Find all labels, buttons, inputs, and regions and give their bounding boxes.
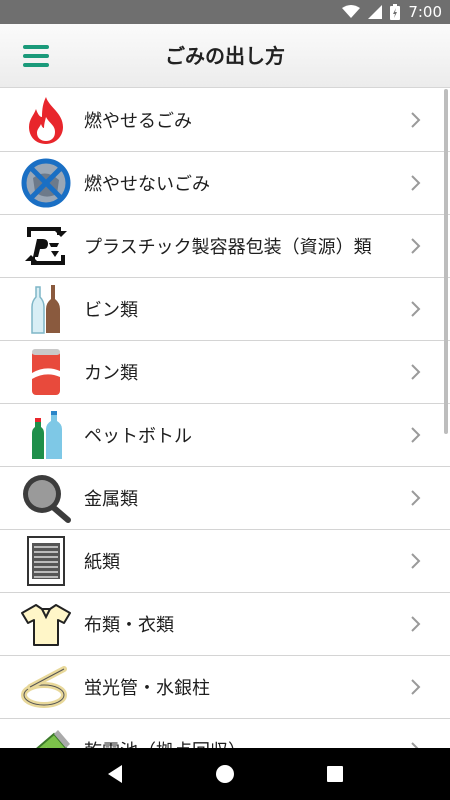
signal-icon <box>368 5 383 19</box>
list-item-label: ビン類 <box>84 300 138 321</box>
chevron-right-icon <box>411 490 421 506</box>
app-bar: ごみの出し方 <box>0 24 450 88</box>
list-item-label: プラスチック製容器包装（資源）類 <box>84 237 372 258</box>
scrollbar[interactable] <box>444 89 448 434</box>
list-item-paper[interactable]: 紙類 <box>0 530 450 593</box>
battery-icon: + <box>20 724 72 748</box>
list-item-cloth[interactable]: 布類・衣類 <box>0 593 450 656</box>
can-icon <box>20 346 72 398</box>
list-item-fluorescent[interactable]: 蛍光管・水銀柱 <box>0 656 450 719</box>
battery-charging-icon <box>390 4 401 20</box>
plastic-recycle-mark-icon <box>20 220 72 272</box>
list-item-label: 燃やせないごみ <box>84 174 210 195</box>
chevron-right-icon <box>411 175 421 191</box>
list-item-label: 布類・衣類 <box>84 615 174 636</box>
paper-stack-icon <box>20 535 72 587</box>
list-item-battery[interactable]: + 乾電池（拠点回収） <box>0 719 450 748</box>
status-time: 7:00 <box>408 3 442 21</box>
list-item-label: 蛍光管・水銀柱 <box>84 678 210 699</box>
status-bar: 7:00 <box>0 0 450 24</box>
system-nav-bar <box>0 748 450 800</box>
glass-bottles-icon <box>20 283 72 335</box>
garbage-category-list: 燃やせるごみ 燃やせないごみ プラスチック製容器包装（資源）類 ビン類 カン類 … <box>0 89 450 748</box>
list-item-label: 燃やせるごみ <box>84 111 192 132</box>
hamburger-menu-icon[interactable] <box>18 42 54 70</box>
list-item-plastic[interactable]: プラスチック製容器包装（資源）類 <box>0 215 450 278</box>
chevron-right-icon <box>411 238 421 254</box>
burnable-trash-flame-icon <box>20 94 72 146</box>
list-item-pet-bottle[interactable]: ペットボトル <box>0 404 450 467</box>
list-item-metal[interactable]: 金属類 <box>0 467 450 530</box>
list-item-label: カン類 <box>84 363 138 384</box>
frying-pan-icon <box>20 472 72 524</box>
list-item-burnable[interactable]: 燃やせるごみ <box>0 89 450 152</box>
clothing-shirt-icon <box>20 598 72 650</box>
back-icon[interactable] <box>95 754 135 794</box>
list-item-label: ペットボトル <box>84 426 192 447</box>
recents-icon[interactable] <box>315 754 355 794</box>
wifi-icon <box>342 5 361 19</box>
list-item-non-burnable[interactable]: 燃やせないごみ <box>0 152 450 215</box>
chevron-right-icon <box>411 679 421 695</box>
chevron-right-icon <box>411 364 421 380</box>
non-burnable-trash-icon <box>20 157 72 209</box>
list-item-label: 乾電池（拠点回収） <box>84 737 408 748</box>
page-title: ごみの出し方 <box>165 44 285 68</box>
chevron-right-icon <box>411 616 421 632</box>
chevron-right-icon <box>411 553 421 569</box>
list-item-glass[interactable]: ビン類 <box>0 278 450 341</box>
list-item-can[interactable]: カン類 <box>0 341 450 404</box>
chevron-right-icon <box>411 112 421 128</box>
pet-bottles-icon <box>20 409 72 461</box>
chevron-right-icon <box>411 301 421 317</box>
chevron-right-icon <box>411 427 421 443</box>
list-item-label: 紙類 <box>84 552 120 573</box>
home-icon[interactable] <box>205 754 245 794</box>
list-item-label: 金属類 <box>84 489 138 510</box>
fluorescent-tube-icon <box>20 661 72 713</box>
